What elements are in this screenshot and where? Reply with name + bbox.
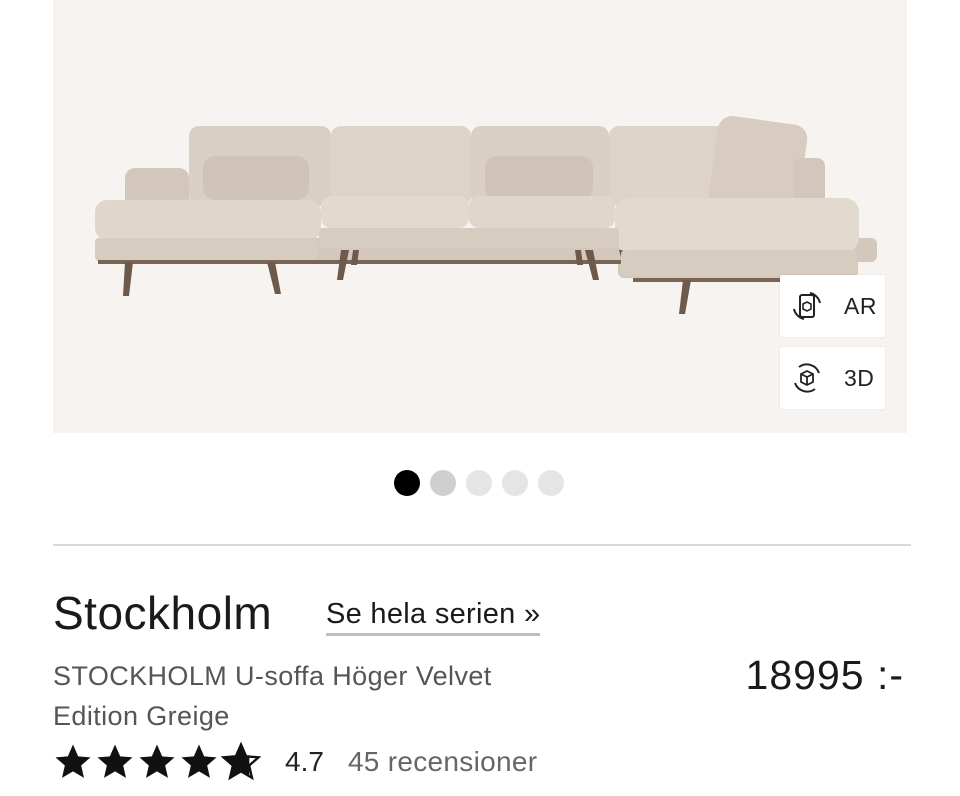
rotate-3d-cube-icon: [794, 363, 820, 393]
reviews-link[interactable]: 45 recensioner: [348, 746, 537, 778]
carousel-dot-4[interactable]: [502, 470, 528, 496]
carousel-dot-3[interactable]: [466, 470, 492, 496]
ar-phone-cube-icon: [793, 292, 821, 320]
sofa-illustration: [95, 116, 877, 314]
3d-view-button[interactable]: 3D: [780, 347, 885, 409]
product-title: Stockholm: [53, 587, 273, 639]
3d-label: 3D: [844, 364, 875, 391]
product-subtitle: STOCKHOLM U-soffa Höger Velvet Edition G…: [53, 661, 492, 731]
star-icon: [181, 744, 217, 778]
rating-row: 4.7 45 recensioner: [53, 742, 537, 782]
product-price: 18995 :-: [745, 652, 904, 698]
ar-label: AR: [844, 292, 877, 319]
rating-score: 4.7: [285, 746, 324, 777]
star-icon: [55, 744, 91, 778]
star-icon: [139, 744, 175, 778]
star-icon: [97, 744, 133, 778]
star-rating: [53, 742, 261, 782]
ar-view-button[interactable]: AR: [780, 275, 885, 337]
see-series-link[interactable]: Se hela serien »: [326, 598, 541, 636]
divider: [53, 544, 911, 546]
product-image[interactable]: AR 3D: [53, 0, 907, 433]
carousel-dot-5[interactable]: [538, 470, 564, 496]
carousel-dots: [394, 470, 564, 496]
star-partial-icon: [221, 742, 261, 781]
carousel-dot-1[interactable]: [394, 470, 420, 496]
carousel-dot-2[interactable]: [430, 470, 456, 496]
